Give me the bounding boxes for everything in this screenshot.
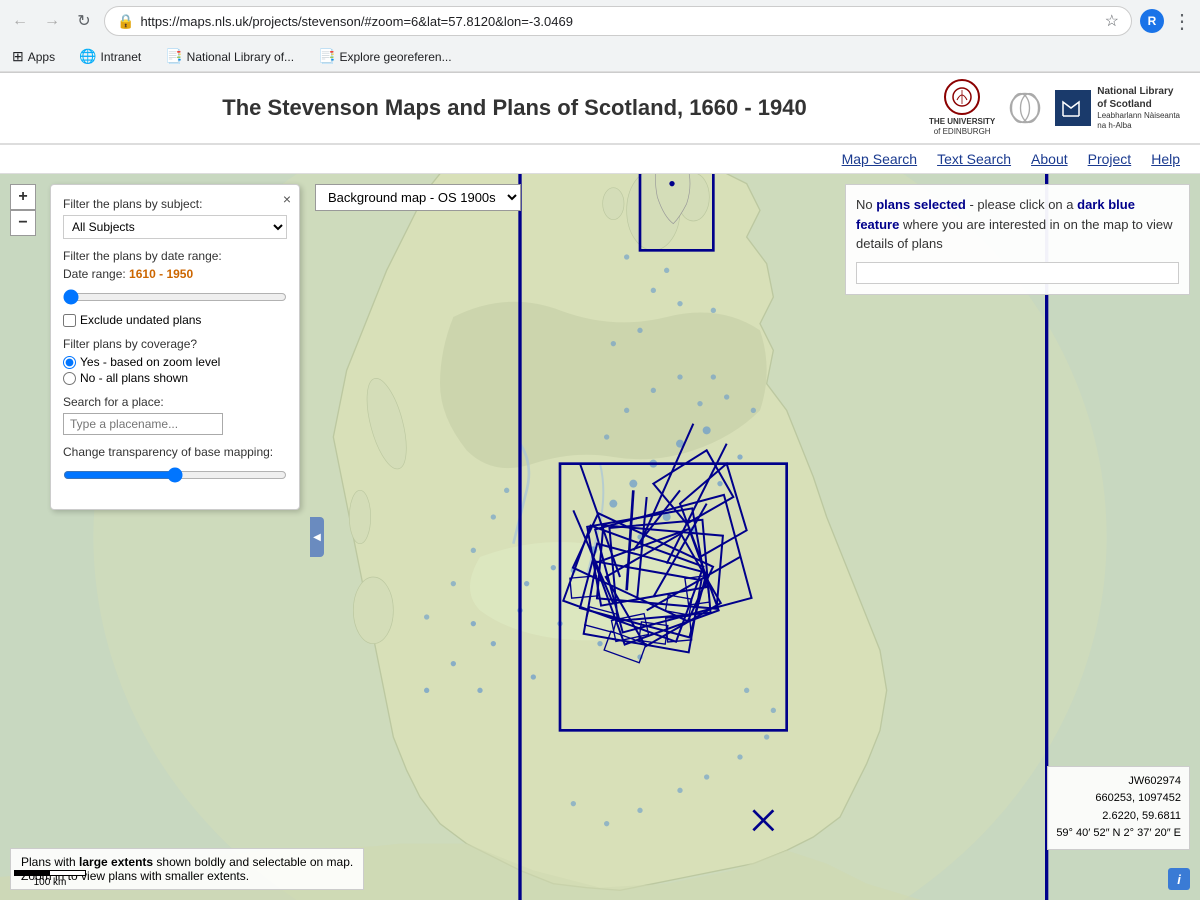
nav-help[interactable]: Help — [1151, 151, 1180, 167]
info-panel: No plans selected - please click on a da… — [845, 184, 1190, 295]
coverage-no-label: No - all plans shown — [80, 371, 188, 385]
bookmark-intranet[interactable]: 🌐 Intranet — [75, 46, 145, 67]
coverage-no-option: No - all plans shown — [63, 371, 287, 385]
ahrc-logo — [1007, 90, 1043, 126]
bookmark-georef[interactable]: 📑 Explore georeferen... — [314, 46, 456, 67]
scale-bar-graphic — [14, 870, 86, 876]
nls-logo-text: National Library of Scotland Leabharlann… — [1097, 85, 1180, 132]
place-search-input[interactable] — [63, 413, 223, 435]
xy-coords: 660253, 1097452 — [1056, 790, 1181, 808]
coordinates-panel: JW602974 660253, 1097452 2.6220, 59.6811… — [1047, 766, 1190, 850]
coverage-filter-section: Filter plans by coverage? Yes - based on… — [63, 337, 287, 385]
map-background-dropdown-container: Background map - OS 1900s Background map… — [315, 184, 521, 211]
bookmarks-bar: ⊞ Apps 🌐 Intranet 📑 National Library of.… — [0, 42, 1200, 72]
filter-panel: × Filter the plans by subject: All Subje… — [50, 184, 300, 510]
subject-filter-select[interactable]: All Subjects — [63, 215, 287, 239]
bookmark-star-icon[interactable]: ☆ — [1105, 11, 1119, 31]
bookmark-georef-label: Explore georeferen... — [340, 50, 452, 64]
browser-toolbar: ← → ↻ 🔒 https://maps.nls.uk/projects/ste… — [0, 0, 1200, 42]
map-container[interactable]: + − ◀ × Filter the plans by subject: All… — [0, 174, 1200, 900]
place-search-label: Search for a place: — [63, 395, 287, 409]
grid-ref: JW602974 — [1056, 773, 1181, 791]
zoom-in-button[interactable]: + — [10, 184, 36, 210]
nls-logo-icon — [1055, 90, 1091, 126]
subject-filter-label: Filter the plans by subject: — [63, 197, 287, 211]
nav-about[interactable]: About — [1031, 151, 1068, 167]
bookmark-apps[interactable]: ⊞ Apps — [8, 46, 59, 67]
scale-bar — [14, 870, 86, 876]
exclude-undated-section: Exclude undated plans — [63, 313, 287, 327]
intranet-icon: 🌐 — [79, 48, 96, 65]
bookmark-nls[interactable]: 📑 National Library of... — [161, 46, 298, 67]
refresh-button[interactable]: ↻ — [72, 9, 96, 33]
browser-menu-button[interactable]: ⋮ — [1172, 9, 1192, 34]
info-icon: i — [1177, 872, 1181, 887]
transparency-section: Change transparency of base mapping: — [63, 445, 287, 487]
edinburgh-logo: THE UNIVERSITY of EDINBURGH — [929, 79, 995, 136]
transparency-label: Change transparency of base mapping: — [63, 445, 287, 459]
subject-filter-section: Filter the plans by subject: All Subject… — [63, 197, 287, 239]
plans-selected-text: plans selected — [876, 197, 966, 212]
collapse-arrow-icon: ◀ — [313, 532, 321, 543]
status-text-after: shown boldly and selectable on map. — [153, 855, 353, 869]
bookmark-intranet-label: Intranet — [101, 50, 142, 64]
nav-project[interactable]: Project — [1088, 151, 1132, 167]
address-text: https://maps.nls.uk/projects/stevenson/#… — [140, 14, 1098, 29]
date-range-values: 1610 - 1950 — [129, 267, 193, 281]
main-content: + − ◀ × Filter the plans by subject: All… — [0, 174, 1200, 900]
nls-logo: National Library of Scotland Leabharlann… — [1055, 85, 1180, 132]
coverage-yes-label: Yes - based on zoom level — [80, 355, 220, 369]
nav-map-search[interactable]: Map Search — [842, 151, 917, 167]
site-header: The Stevenson Maps and Plans of Scotland… — [0, 73, 1200, 145]
date-filter-section: Filter the plans by date range: Date ran… — [63, 249, 287, 327]
exclude-undated-checkbox[interactable] — [63, 314, 76, 327]
date-range-label: Date range: 1610 - 1950 — [63, 267, 287, 281]
browser-chrome: ← → ↻ 🔒 https://maps.nls.uk/projects/ste… — [0, 0, 1200, 73]
site-nav: Map Search Text Search About Project Hel… — [0, 145, 1200, 174]
place-search-section: Search for a place: — [63, 395, 287, 435]
nls-bookmark-icon: 📑 — [165, 48, 182, 65]
date-filter-label: Filter the plans by date range: — [63, 249, 287, 263]
edinburgh-logo-text1: THE UNIVERSITY — [929, 117, 995, 127]
map-status-bar: Plans with large extents shown boldly an… — [10, 848, 1200, 890]
exclude-undated-label: Exclude undated plans — [80, 313, 201, 327]
dms-coords: 59° 40′ 52″ N 2° 37′ 20″ E — [1056, 825, 1181, 843]
coverage-yes-option: Yes - based on zoom level — [63, 355, 287, 369]
map-background-select[interactable]: Background map - OS 1900s Background map… — [315, 184, 521, 211]
scale-bar-container: 100 km — [14, 870, 86, 888]
map-zoom-controls: + − — [10, 184, 36, 236]
lon-lat: 2.6220, 59.6811 — [1056, 808, 1181, 826]
info-panel-text: No plans selected - please click on a da… — [856, 195, 1179, 254]
zoom-out-button[interactable]: − — [10, 210, 36, 236]
site-logos: THE UNIVERSITY of EDINBURGH National Lib… — [929, 79, 1180, 136]
sidebar-collapse-handle[interactable]: ◀ — [310, 517, 324, 557]
georef-bookmark-icon: 📑 — [318, 48, 335, 65]
edinburgh-logo-circle — [944, 79, 980, 115]
edinburgh-logo-text2: of EDINBURGH — [929, 127, 995, 137]
back-button[interactable]: ← — [8, 9, 32, 33]
scale-label: 100 km — [14, 877, 86, 888]
forward-button[interactable]: → — [40, 9, 64, 33]
site-title: The Stevenson Maps and Plans of Scotland… — [100, 95, 929, 121]
status-text-before: Plans with — [21, 855, 79, 869]
profile-avatar[interactable]: R — [1140, 9, 1164, 33]
date-range-slider-min[interactable] — [63, 289, 287, 305]
coverage-no-radio[interactable] — [63, 372, 76, 385]
coverage-filter-label: Filter plans by coverage? — [63, 337, 287, 351]
nav-text-search[interactable]: Text Search — [937, 151, 1011, 167]
bookmark-nls-label: National Library of... — [187, 50, 294, 64]
apps-icon: ⊞ — [12, 48, 24, 65]
transparency-slider[interactable] — [63, 467, 287, 483]
filter-panel-close-button[interactable]: × — [283, 191, 291, 207]
info-search-input[interactable] — [856, 262, 1179, 284]
address-bar[interactable]: 🔒 https://maps.nls.uk/projects/stevenson… — [104, 6, 1132, 36]
coverage-yes-radio[interactable] — [63, 356, 76, 369]
bookmark-apps-label: Apps — [28, 50, 55, 64]
date-range-text: Date range: — [63, 267, 129, 281]
lock-icon: 🔒 — [117, 13, 134, 30]
status-bold-text: large extents — [79, 855, 153, 869]
info-button[interactable]: i — [1168, 868, 1190, 890]
